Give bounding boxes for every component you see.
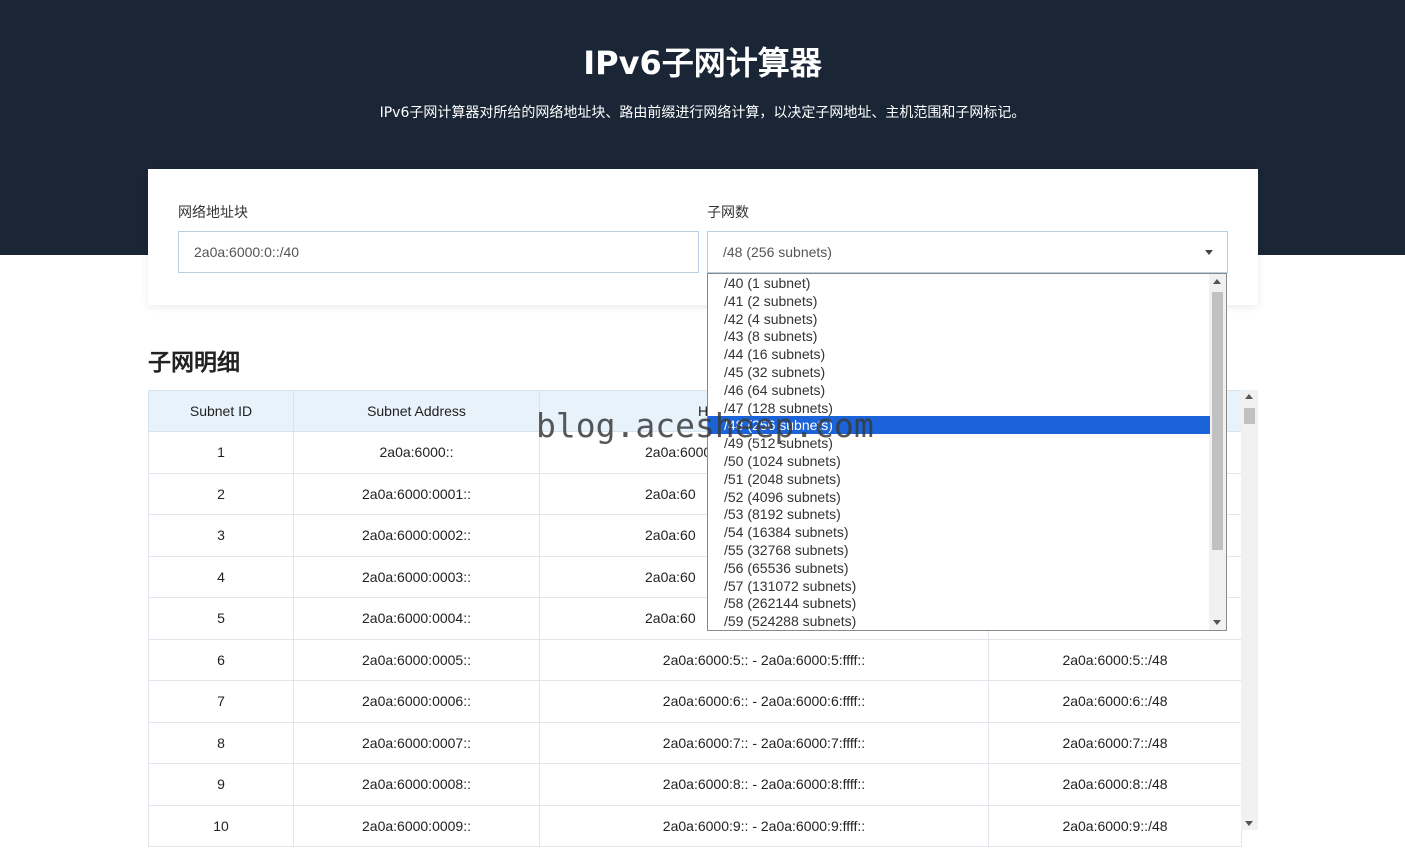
table-cell: 2a0a:6000:0009::	[293, 804, 540, 847]
dropdown-option[interactable]: /51 (2048 subnets)	[708, 470, 1210, 488]
dropdown-option[interactable]: /46 (64 subnets)	[708, 381, 1210, 399]
dropdown-option[interactable]: /57 (131072 subnets)	[708, 577, 1210, 595]
dropdown-option[interactable]: /47 (128 subnets)	[708, 399, 1210, 417]
subnet-count-label: 子网数	[707, 205, 749, 221]
table-cell: 6	[148, 638, 294, 681]
table-cell: 7	[148, 680, 294, 723]
table-cell: 2a0a:6000:5:: - 2a0a:6000:5:ffff::	[539, 638, 989, 681]
table-row: 9 2a0a:6000:0008:: 2a0a:6000:8:: - 2a0a:60…	[148, 763, 1242, 806]
scroll-down-icon[interactable]	[1213, 620, 1221, 625]
table-cell: 2a0a:6000:0004::	[293, 597, 540, 640]
network-input[interactable]: 2a0a:6000:0::/40	[178, 231, 699, 273]
table-cell: 2a0a:6000:7:: - 2a0a:6000:7:ffff::	[539, 721, 989, 764]
table-cell: 9	[148, 763, 294, 806]
dropdown-option[interactable]: /56 (65536 subnets)	[708, 559, 1210, 577]
dropdown-option[interactable]: /45 (32 subnets)	[708, 363, 1210, 381]
table-row: 7 2a0a:6000:0006:: 2a0a:6000:6:: - 2a0a:60…	[148, 680, 1242, 723]
table-row: 6 2a0a:6000:0005:: 2a0a:6000:5:: - 2a0a:60…	[148, 638, 1242, 681]
table-cell: 2a0a:6000:0007::	[293, 721, 540, 764]
dropdown-option[interactable]: /55 (32768 subnets)	[708, 541, 1210, 559]
page-subtitle: IPv6子网计算器对所给的网络地址块、路由前缀进行网络计算，以决定子网地址、主机…	[379, 105, 1026, 121]
table-cell: 5	[148, 597, 294, 640]
dropdown-option[interactable]: /44 (16 subnets)	[708, 345, 1210, 363]
table-cell: 2a0a:6000:0002::	[293, 514, 540, 557]
subnet-count-select[interactable]: /48 (256 subnets)	[707, 231, 1228, 273]
table-cell: 8	[148, 721, 294, 764]
dropdown-option[interactable]: /54 (16384 subnets)	[708, 523, 1210, 541]
details-title: 子网明细	[148, 350, 240, 376]
table-scrollbar[interactable]	[1241, 390, 1258, 830]
dropdown-option[interactable]: /43 (8 subnets)	[708, 327, 1210, 345]
chevron-down-icon[interactable]	[1205, 250, 1213, 255]
table-cell: 2a0a:6000:0006::	[293, 680, 540, 723]
subnet-count-dropdown[interactable]: /40 (1 subnet)/41 (2 subnets)/42 (4 subn…	[707, 273, 1227, 631]
dropdown-option[interactable]: /40 (1 subnet)	[708, 274, 1210, 292]
scroll-up-icon[interactable]	[1245, 394, 1253, 399]
dropdown-option[interactable]: /59 (524288 subnets)	[708, 612, 1210, 630]
dropdown-option[interactable]: /53 (8192 subnets)	[708, 505, 1210, 523]
table-cell: 1	[148, 431, 294, 474]
table-row: 8 2a0a:6000:0007:: 2a0a:6000:7:: - 2a0a:60…	[148, 721, 1242, 764]
table-cell: 3	[148, 514, 294, 557]
table-cell: 2a0a:6000:0008::	[293, 763, 540, 806]
dropdown-option[interactable]: /41 (2 subnets)	[708, 292, 1210, 310]
dropdown-option[interactable]: /42 (4 subnets)	[708, 310, 1210, 328]
column-header: Subnet ID	[148, 390, 294, 432]
network-label: 网络地址块	[178, 205, 248, 221]
table-cell: 10	[148, 804, 294, 847]
table-cell: 2a0a:6000:6:: - 2a0a:6000:6:ffff::	[539, 680, 989, 723]
table-cell: 4	[148, 555, 294, 598]
dropdown-option[interactable]: /48 (256 subnets)	[708, 416, 1210, 435]
table-cell: 2	[148, 472, 294, 515]
subnet-count-value: /48 (256 subnets)	[723, 244, 832, 260]
table-cell: 2a0a:6000:5::/48	[988, 638, 1242, 681]
scroll-down-icon[interactable]	[1245, 821, 1253, 826]
table-cell: 2a0a:6000:6::/48	[988, 680, 1242, 723]
dropdown-scrollbar-thumb[interactable]	[1212, 292, 1223, 550]
table-cell: 2a0a:6000:9::/48	[988, 804, 1242, 847]
table-cell: 2a0a:6000:7::/48	[988, 721, 1242, 764]
dropdown-option[interactable]: /49 (512 subnets)	[708, 434, 1210, 452]
table-row: 10 2a0a:6000:0009:: 2a0a:6000:9:: - 2a0a:6…	[148, 804, 1242, 847]
dropdown-option[interactable]: /50 (1024 subnets)	[708, 452, 1210, 470]
table-cell: 2a0a:6000:9:: - 2a0a:6000:9:ffff::	[539, 804, 989, 847]
table-cell: 2a0a:6000:0005::	[293, 638, 540, 681]
network-input-value: 2a0a:6000:0::/40	[194, 244, 300, 260]
column-header: Subnet Address	[293, 390, 540, 432]
table-cell: 2a0a:6000::	[293, 431, 540, 474]
table-cell: 2a0a:6000:8:: - 2a0a:6000:8:ffff::	[539, 763, 989, 806]
table-cell: 2a0a:6000:0001::	[293, 472, 540, 515]
table-scrollbar-thumb[interactable]	[1244, 408, 1255, 424]
scroll-up-icon[interactable]	[1213, 279, 1221, 284]
page-title: IPv6子网计算器	[583, 44, 822, 82]
dropdown-option[interactable]: /52 (4096 subnets)	[708, 488, 1210, 506]
dropdown-scrollbar[interactable]	[1209, 274, 1226, 630]
table-cell: 2a0a:6000:8::/48	[988, 763, 1242, 806]
table-cell: 2a0a:6000:0003::	[293, 555, 540, 598]
dropdown-option[interactable]: /58 (262144 subnets)	[708, 594, 1210, 612]
